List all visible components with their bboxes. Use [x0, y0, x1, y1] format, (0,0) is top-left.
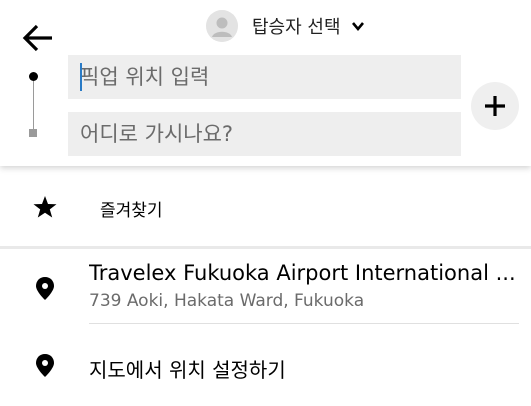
location-pin-icon: [36, 354, 54, 377]
text-caret: [80, 63, 82, 91]
place-address: 739 Aoki, Hakata Ward, Fukuoka: [89, 291, 365, 311]
pickup-input[interactable]: [68, 55, 461, 99]
row-divider: [89, 323, 519, 324]
saved-places-label: 즐겨찾기: [100, 201, 163, 221]
location-pin-icon: [36, 277, 54, 300]
rider-selector-label: 탑승자 선택: [252, 17, 341, 38]
saved-places-row[interactable]: [0, 180, 531, 240]
plus-icon: [485, 96, 505, 116]
person-icon: [206, 10, 238, 42]
chevron-down-icon: [351, 22, 364, 32]
section-divider: [0, 246, 531, 249]
star-icon: [33, 196, 57, 218]
avatar: [206, 10, 238, 42]
destination-route-square: [29, 129, 37, 137]
location-search-header: 탑승자 선택: [0, 0, 531, 166]
rider-selector[interactable]: 탑승자 선택: [206, 8, 365, 44]
arrow-left-icon: [22, 24, 52, 52]
destination-input[interactable]: [68, 112, 461, 156]
add-stop-button[interactable]: [471, 82, 519, 130]
place-title: Travelex Fukuoka Airport International .…: [89, 261, 516, 285]
set-on-map-label: 지도에서 위치 설정하기: [89, 358, 286, 382]
back-button[interactable]: [18, 20, 58, 56]
pickup-route-dot: [29, 72, 38, 81]
route-connector-line: [33, 81, 34, 129]
